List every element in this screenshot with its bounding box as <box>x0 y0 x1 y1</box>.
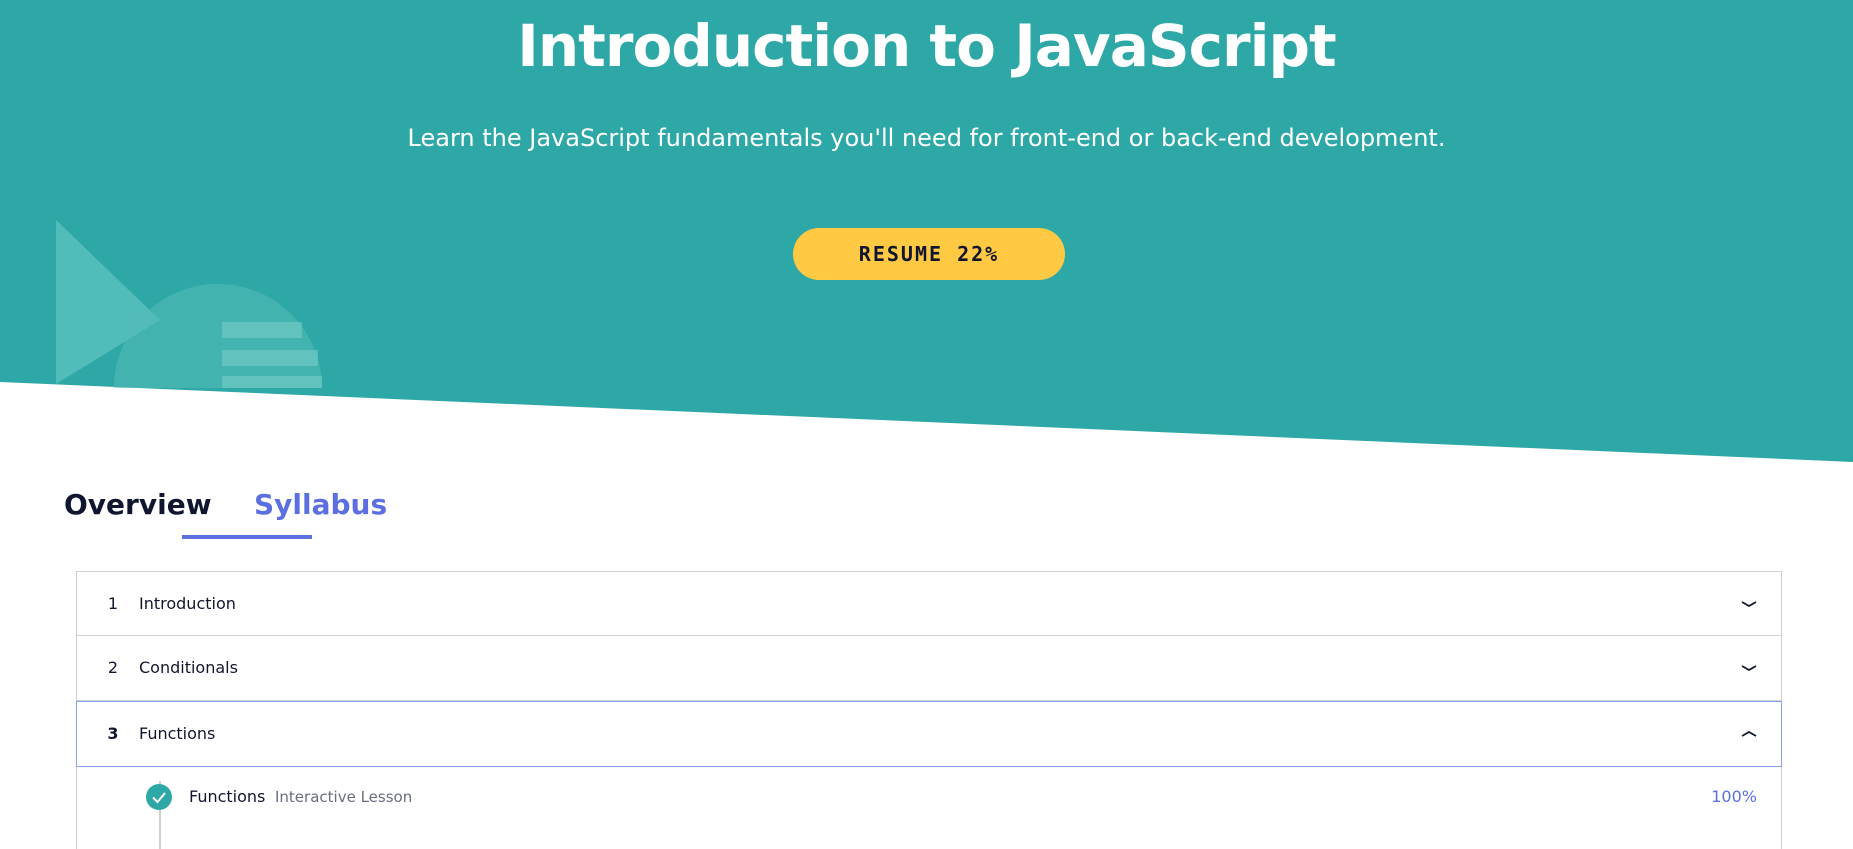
chevron-down-icon[interactable] <box>1739 658 1759 678</box>
chevron-up-icon[interactable] <box>1739 724 1759 744</box>
lesson-title[interactable]: Functions <box>189 765 265 829</box>
module-number: 3 <box>107 724 119 743</box>
course-title: Introduction to JavaScript <box>517 12 1336 80</box>
module-row-conditionals[interactable]: 2 Conditionals <box>76 635 1782 701</box>
tab-overview[interactable]: Overview <box>64 480 212 540</box>
lesson-row-functions[interactable]: Functions Interactive Lesson 100% <box>77 765 1781 829</box>
module-number: 2 <box>107 658 119 677</box>
chevron-down-icon[interactable] <box>1739 594 1759 614</box>
course-page: Introduction to JavaScript Learn the Jav… <box>0 0 1853 849</box>
syllabus-list: 1 Introduction 2 Conditionals 3 Function… <box>76 571 1782 849</box>
module-title: Functions <box>139 724 216 743</box>
lesson-type: Interactive Lesson <box>275 788 413 806</box>
lesson-progress: 100% <box>1711 787 1757 806</box>
module-title: Introduction <box>139 594 236 613</box>
active-tab-indicator <box>182 535 312 539</box>
course-subtitle: Learn the JavaScript fundamentals you'll… <box>407 124 1446 152</box>
module-row-functions[interactable]: 3 Functions <box>76 701 1782 767</box>
resume-button[interactable]: RESUME 22% <box>793 228 1065 280</box>
module-row-introduction[interactable]: 1 Introduction <box>76 571 1782 637</box>
check-circle-icon <box>146 784 172 810</box>
tab-syllabus[interactable]: Syllabus <box>246 480 395 540</box>
module-title: Conditionals <box>139 658 238 677</box>
module-number: 1 <box>107 594 119 613</box>
